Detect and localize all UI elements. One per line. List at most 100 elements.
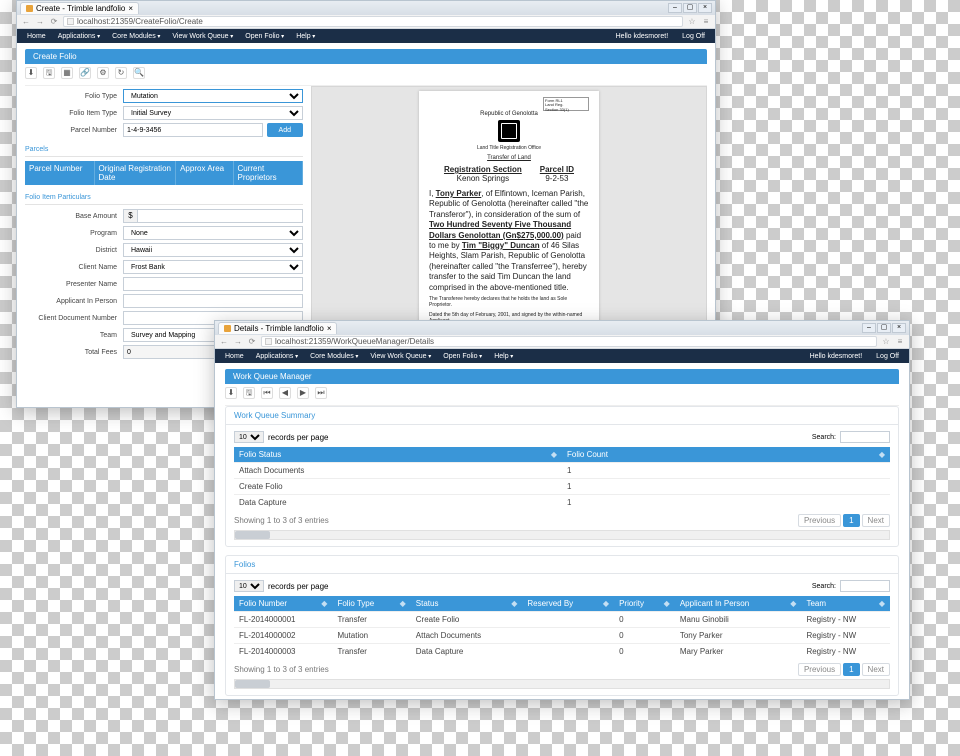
nav-help[interactable]: Help [490, 353, 517, 360]
nav-work-queue[interactable]: View Work Queue [366, 353, 435, 360]
field-label: Program [25, 230, 117, 237]
logoff-link[interactable]: Log Off [678, 33, 709, 40]
summary-perpage[interactable]: 10 [234, 431, 264, 443]
tool-download-icon[interactable]: ⬇ [225, 387, 237, 399]
cell: Tony Parker [675, 628, 802, 644]
col-reserved-by[interactable]: Reserved By◆ [522, 596, 614, 612]
col-folio-number[interactable]: Folio Number◆ [234, 596, 332, 612]
col-folio-status[interactable]: Folio Status◆ [234, 447, 562, 463]
particulars-row: DistrictHawaii [25, 243, 303, 257]
col-folio-count[interactable]: Folio Count◆ [562, 447, 890, 463]
seal-icon [498, 120, 520, 142]
tool-search-icon[interactable]: 🔍 [133, 67, 145, 79]
browser-tab[interactable]: Create - Trimble landfolio × [20, 2, 139, 14]
close-button[interactable]: × [892, 323, 906, 333]
maximize-button[interactable]: ▢ [683, 3, 697, 13]
tool-first-icon[interactable]: ⏮ [261, 387, 273, 399]
tool-refresh-icon[interactable]: ↻ [115, 67, 127, 79]
table-row[interactable]: FL-2014000003TransferData Capture0Mary P… [234, 644, 890, 660]
summary-search-input[interactable] [840, 431, 890, 443]
tool-gear-icon[interactable]: ⚙ [97, 67, 109, 79]
folios-scrollbar[interactable] [234, 679, 890, 689]
col-parcel-number[interactable]: Parcel Number [25, 161, 95, 185]
table-row[interactable]: Data Capture1 [234, 495, 890, 511]
page-1[interactable]: 1 [843, 663, 859, 676]
input-base-amount[interactable] [137, 209, 303, 223]
field-label: Client Document Number [25, 315, 117, 322]
reload-button[interactable]: ⟳ [49, 17, 59, 27]
next-button[interactable]: Next [862, 663, 890, 676]
tab-close-icon[interactable]: × [327, 324, 332, 333]
input-applicant-in-person[interactable] [123, 294, 303, 308]
col-orig-reg-date[interactable]: Original Registration Date [95, 161, 177, 185]
tool-grid-icon[interactable]: ▦ [61, 67, 73, 79]
table-row[interactable]: Create Folio1 [234, 479, 890, 495]
table-row[interactable]: FL-2014000001TransferCreate Folio0Manu G… [234, 612, 890, 628]
url-field[interactable]: localhost:21359/WorkQueueManager/Details [261, 336, 877, 347]
nav-home[interactable]: Home [23, 33, 50, 40]
nav-core-modules[interactable]: Core Modules [108, 33, 164, 40]
hello-user[interactable]: Hello kdesmoret! [612, 33, 673, 40]
tab-close-icon[interactable]: × [128, 4, 133, 13]
forward-button[interactable]: → [35, 17, 45, 27]
logoff-link[interactable]: Log Off [872, 353, 903, 360]
forward-button[interactable]: → [233, 337, 243, 347]
back-button[interactable]: ← [21, 17, 31, 27]
summary-scrollbar[interactable] [234, 530, 890, 540]
nav-work-queue[interactable]: View Work Queue [168, 33, 237, 40]
menu-icon[interactable]: ≡ [701, 17, 711, 27]
back-button[interactable]: ← [219, 337, 229, 347]
col-status[interactable]: Status◆ [411, 596, 523, 612]
browser-tab[interactable]: Details - Trimble landfolio × [218, 322, 337, 334]
next-button[interactable]: Next [862, 514, 890, 527]
page-1[interactable]: 1 [843, 514, 859, 527]
tool-link-icon[interactable]: 🔗 [79, 67, 91, 79]
favicon-icon [224, 325, 231, 332]
nav-help[interactable]: Help [292, 33, 319, 40]
nav-core-modules[interactable]: Core Modules [306, 353, 362, 360]
input-presenter-name[interactable] [123, 277, 303, 291]
table-row[interactable]: FL-2014000002MutationAttach Documents0To… [234, 628, 890, 644]
tool-save-icon[interactable]: 🖫 [43, 67, 55, 79]
folios-search-input[interactable] [840, 580, 890, 592]
input-parcel-number[interactable] [123, 123, 263, 137]
tool-prev-icon[interactable]: ◀ [279, 387, 291, 399]
select-district[interactable]: Hawaii [123, 243, 303, 257]
tool-download-icon[interactable]: ⬇ [25, 67, 37, 79]
add-button[interactable]: Add [267, 123, 303, 137]
bookmark-icon[interactable]: ☆ [881, 337, 891, 347]
reload-button[interactable]: ⟳ [247, 337, 257, 347]
hello-user[interactable]: Hello kdesmoret! [806, 353, 867, 360]
tool-next-icon[interactable]: ▶ [297, 387, 309, 399]
tool-last-icon[interactable]: ⏭ [315, 387, 327, 399]
prev-button[interactable]: Previous [798, 514, 841, 527]
nav-home[interactable]: Home [221, 353, 248, 360]
col-team[interactable]: Team◆ [801, 596, 890, 612]
nav-open-folio[interactable]: Open Folio [241, 33, 288, 40]
close-button[interactable]: × [698, 3, 712, 13]
col-approx-area[interactable]: Approx Area [176, 161, 233, 185]
select-client-name[interactable]: Frost Bank [123, 260, 303, 274]
col-priority[interactable]: Priority◆ [614, 596, 675, 612]
tool-save-icon[interactable]: 🖫 [243, 387, 255, 399]
col-folio-type[interactable]: Folio Type◆ [332, 596, 410, 612]
nav-open-folio[interactable]: Open Folio [439, 353, 486, 360]
select-program[interactable]: None [123, 226, 303, 240]
minimize-button[interactable]: – [668, 3, 682, 13]
url-field[interactable]: localhost:21359/CreateFolio/Create [63, 16, 683, 27]
cell: Data Capture [411, 644, 523, 660]
select-folio-item[interactable]: Initial Survey [123, 106, 303, 120]
col-proprietors[interactable]: Current Proprietors [234, 161, 304, 185]
minimize-button[interactable]: – [862, 323, 876, 333]
nav-applications[interactable]: Applications [252, 353, 302, 360]
tab-title: Details - Trimble landfolio [234, 324, 324, 333]
select-folio-type[interactable]: Mutation [123, 89, 303, 103]
folios-perpage[interactable]: 10 [234, 580, 264, 592]
menu-icon[interactable]: ≡ [895, 337, 905, 347]
prev-button[interactable]: Previous [798, 663, 841, 676]
maximize-button[interactable]: ▢ [877, 323, 891, 333]
table-row[interactable]: Attach Documents1 [234, 463, 890, 479]
bookmark-icon[interactable]: ☆ [687, 17, 697, 27]
col-applicant-in-person[interactable]: Applicant In Person◆ [675, 596, 802, 612]
nav-applications[interactable]: Applications [54, 33, 104, 40]
